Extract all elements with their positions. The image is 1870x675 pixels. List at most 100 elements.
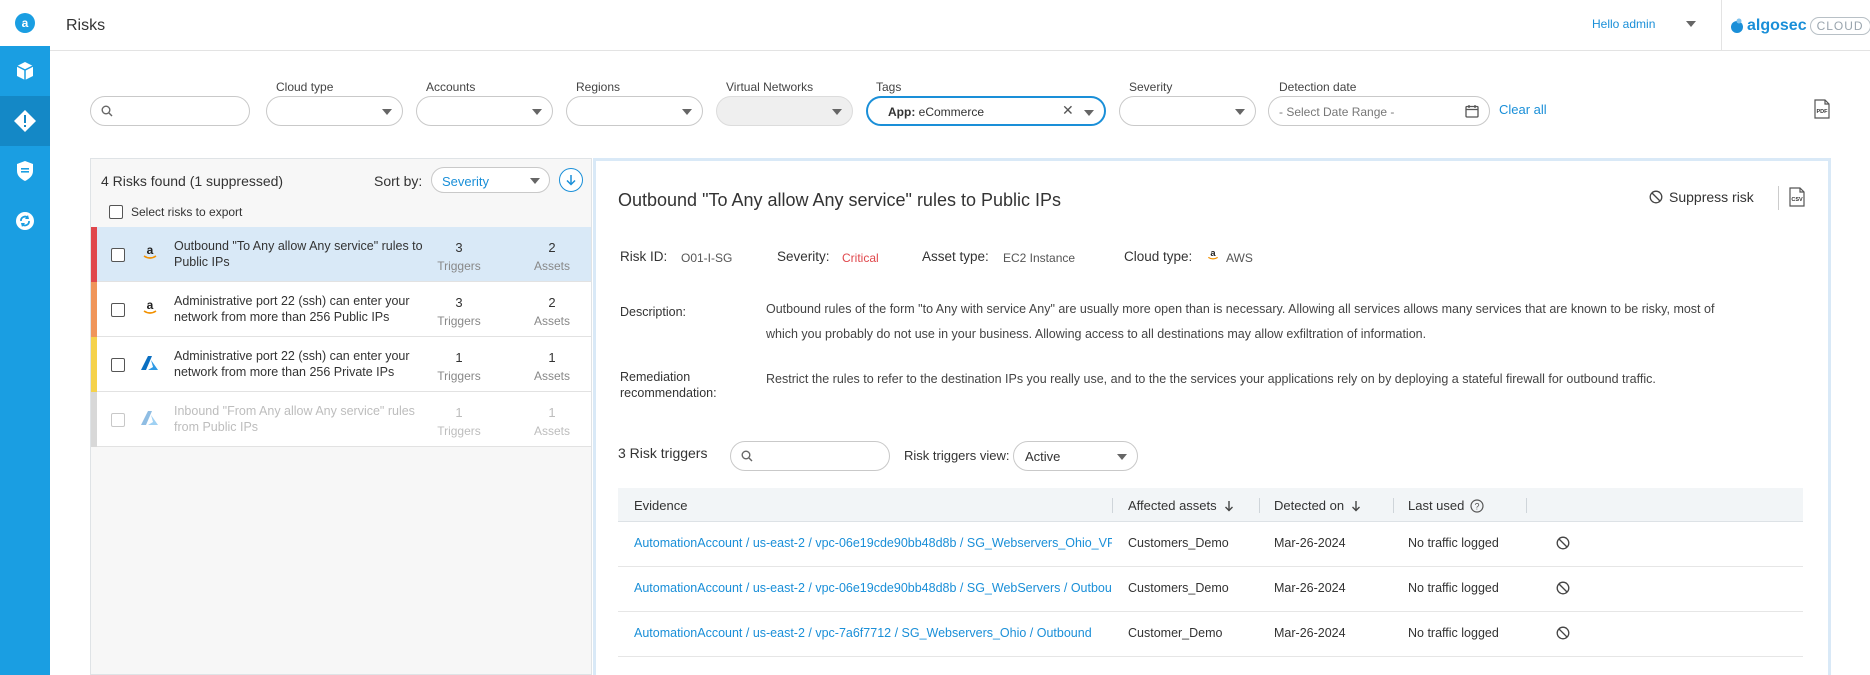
column-last-used[interactable]: Last used ? <box>1408 498 1484 513</box>
risk-row[interactable]: Administrative port 22 (ssh) can enter y… <box>91 337 591 392</box>
column-evidence[interactable]: Evidence <box>634 498 687 513</box>
risk-triggers-label: Triggers <box>437 369 481 383</box>
column-detected-on-label: Detected on <box>1274 498 1345 513</box>
severity-value: Critical <box>842 251 879 265</box>
risk-row[interactable]: a Administrative port 22 (ssh) can enter… <box>91 282 591 337</box>
triggers-search-input[interactable] <box>730 441 890 471</box>
sort-select[interactable]: Severity <box>431 167 550 193</box>
select-all-checkbox[interactable] <box>109 205 123 219</box>
tag-key: App: <box>888 105 916 119</box>
export-pdf-button[interactable]: PDF <box>1813 99 1831 122</box>
svg-text:?: ? <box>1475 501 1480 511</box>
affected-assets-cell: Customers_Demo <box>1128 536 1229 550</box>
chevron-down-icon <box>382 109 392 115</box>
svg-text:a: a <box>22 16 29 30</box>
chevron-down-icon[interactable] <box>1686 21 1696 27</box>
risk-detail-title: Outbound "To Any allow Any service" rule… <box>618 190 1062 210</box>
help-icon[interactable]: ? <box>1470 498 1484 513</box>
evidence-link[interactable]: AutomationAccount / us-east-2 / vpc-06e1… <box>634 581 1112 595</box>
risk-triggers-label: Triggers <box>437 424 481 438</box>
severity-indicator <box>91 282 97 337</box>
select-risks-label: Select risks to export <box>131 205 243 219</box>
risk-search-input[interactable] <box>90 96 250 126</box>
chevron-down-icon <box>532 109 542 115</box>
suppress-trigger-icon[interactable] <box>1556 536 1570 553</box>
risk-detail-panel: Outbound "To Any allow Any service" rule… <box>593 158 1831 675</box>
svg-text:CSV: CSV <box>1791 197 1803 203</box>
risk-triggers-count: 1 <box>455 405 463 420</box>
detection-date-picker[interactable]: - Select Date Range - <box>1268 96 1490 126</box>
close-icon[interactable]: ✕ <box>1062 102 1074 119</box>
severity-indicator <box>91 392 97 447</box>
suppress-trigger-icon[interactable] <box>1556 626 1570 643</box>
risk-checkbox[interactable] <box>111 358 125 372</box>
risk-title: Inbound "From Any allow Any service" rul… <box>174 404 415 434</box>
suppress-icon <box>1649 190 1663 204</box>
remediation-label-line1: Remediation <box>620 370 691 384</box>
severity-indicator <box>91 337 97 392</box>
divider <box>1721 0 1722 51</box>
affected-assets-cell: Customers_Demo <box>1128 581 1229 595</box>
sort-direction-button[interactable] <box>559 168 583 192</box>
accounts-select[interactable] <box>416 96 553 126</box>
chevron-down-icon <box>1084 110 1094 116</box>
risk-title: Outbound "To Any allow Any service" rule… <box>174 239 423 269</box>
triggers-view-label: Risk triggers view: <box>904 448 1010 463</box>
evidence-link[interactable]: AutomationAccount / us-east-2 / vpc-06e1… <box>634 536 1112 550</box>
suppress-risk-button[interactable]: Suppress risk <box>1649 189 1754 205</box>
triggers-view-value: Active <box>1025 449 1061 464</box>
sync-icon <box>16 212 34 230</box>
risk-assets-count: 2 <box>548 295 556 310</box>
risk-checkbox[interactable] <box>111 303 125 317</box>
risk-assets-label: Assets <box>533 259 570 273</box>
nav-item-assets[interactable] <box>0 46 50 96</box>
select-risks-export[interactable]: Select risks to export <box>109 205 242 219</box>
calendar-icon <box>1465 105 1479 118</box>
risk-triggers-count: 3 <box>455 240 463 255</box>
suppress-risk-label: Suppress risk <box>1669 189 1754 205</box>
remediation-label-line2: recommendation: <box>620 386 717 400</box>
severity-label: Severity: <box>777 249 830 264</box>
nav-item-risks[interactable] <box>0 96 50 146</box>
detected-on-cell: Mar-26-2024 <box>1274 626 1346 640</box>
app-logo[interactable]: a <box>0 0 50 46</box>
suppress-trigger-icon[interactable] <box>1556 581 1570 598</box>
user-menu-label[interactable]: Hello admin <box>1592 17 1655 31</box>
svg-text:a: a <box>1210 248 1216 258</box>
risk-row[interactable]: a Outbound "To Any allow Any service" ru… <box>91 227 591 282</box>
nav-item-sync[interactable] <box>0 196 50 246</box>
risk-triggers-count: 1 <box>455 350 463 365</box>
csv-file-icon: CSV <box>1789 187 1805 207</box>
tag-chip: App: eCommerce <box>888 105 984 119</box>
risk-triggers-label: Triggers <box>437 314 481 328</box>
remediation-text: Restrict the rules to refer to the desti… <box>766 372 1656 386</box>
nav-item-policies[interactable] <box>0 146 50 196</box>
cube-icon <box>16 62 34 80</box>
risk-row[interactable]: Inbound "From Any allow Any service" rul… <box>91 392 591 447</box>
aws-icon: a <box>139 297 161 319</box>
chevron-down-icon <box>1235 109 1245 115</box>
severity-select[interactable] <box>1119 96 1256 126</box>
export-csv-button[interactable]: CSV <box>1788 187 1806 210</box>
risks-list-header: 4 Risks found (1 suppressed) Sort by: Se… <box>91 159 591 227</box>
virtual-networks-select[interactable] <box>716 96 853 126</box>
aws-icon: a <box>1206 248 1220 265</box>
risk-checkbox[interactable] <box>111 413 125 427</box>
accounts-label: Accounts <box>426 80 476 94</box>
triggers-view-select[interactable]: Active <box>1013 441 1138 471</box>
cloud-type-select[interactable] <box>266 96 403 126</box>
regions-label: Regions <box>576 80 621 94</box>
app-root: a Risks Hello admin algosec CLOUD Cloud … <box>0 0 1870 675</box>
tags-select[interactable]: App: eCommerce ✕ <box>866 96 1106 126</box>
clear-all-link[interactable]: Clear all <box>1499 102 1547 117</box>
azure-icon <box>139 407 161 429</box>
evidence-link[interactable]: AutomationAccount / us-east-2 / vpc-7a6f… <box>634 626 1112 640</box>
column-divider <box>1259 498 1260 513</box>
regions-select[interactable] <box>566 96 703 126</box>
svg-text:a: a <box>147 245 154 257</box>
column-detected-on[interactable]: Detected on <box>1274 498 1362 513</box>
risk-checkbox[interactable] <box>111 248 125 262</box>
column-affected-assets[interactable]: Affected assets <box>1128 498 1235 513</box>
table-row: AutomationAccount / us-east-2 / vpc-06e1… <box>618 522 1803 567</box>
algosec-brand-icon <box>1731 18 1743 33</box>
